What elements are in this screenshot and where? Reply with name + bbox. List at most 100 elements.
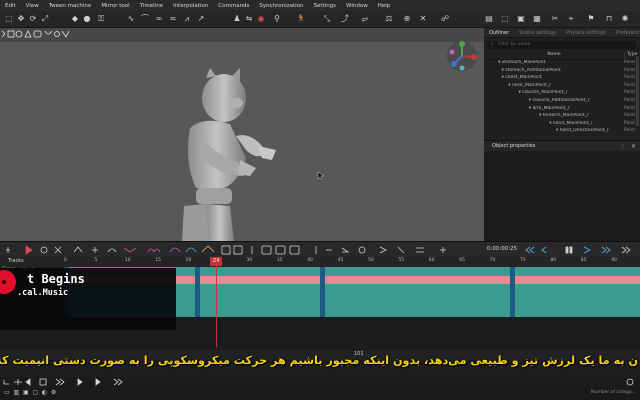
main-toolbar: ⬚ ✥ ⟳ ⤢ ◆ ● ⚿ ∿ ⌒ ∞ ≈ ⩘ ↗ ♟ ⇋ ◉ ⚲ 🏃 ⤡ ⤴ … [0,11,640,28]
tree-row[interactable]: ▾ stomach_AdditionalPoint Point [484,68,640,76]
menu-item-settings[interactable]: Settings [308,3,341,9]
status-icons[interactable]: ▭ ▥ ▣ ▢ ◐ ⚙ [4,389,56,396]
record-icon[interactable]: ◉ [256,14,266,24]
frame-icon[interactable]: ▣ [516,14,526,24]
light-icon[interactable]: ✺ [620,14,630,24]
curve-icon[interactable]: ∿ [126,14,136,24]
tree-row[interactable]: ▾ hand_DirectionPoint_r Point [484,128,640,136]
tree-row[interactable]: ▾ chest_MainPoint Point [484,75,640,83]
ruler-tick-label: 60 [428,258,435,263]
tree-row-name: ▾ arm_MainPoint_r [528,105,570,111]
tab-preferences[interactable]: Preferences [611,30,640,36]
tree-row-name: ▾ stomach_AdditionalPoint [501,67,561,73]
keyframe-column[interactable] [510,267,515,317]
menu-item-synchronization[interactable]: Synchronization [254,3,308,9]
outliner-scrollbar[interactable] [636,56,639,126]
mirror-icon[interactable]: ⇋ [244,14,254,24]
pin-icon[interactable]: ⚑ [586,14,596,24]
ik-icon[interactable]: ⤡ [322,14,332,24]
menu-item-mirror-tool[interactable]: Mirror tool [96,3,134,9]
select-icon[interactable]: ⬚ [4,14,14,24]
tree-row[interactable]: ▾ stomach_MainPoint Point [484,60,640,68]
key-icon[interactable]: ⚿ [96,14,106,24]
ruler-tick-label: 90 [611,258,617,263]
keyframe-column[interactable] [195,267,200,317]
music-subtitle: .cal.Music [17,288,69,298]
link-icon[interactable]: ∞ [154,14,164,24]
ruler-tick-label: 30 [246,258,253,263]
search-icon: ⌕ [491,42,494,47]
bezier-icon[interactable]: ⌒ [140,14,150,24]
run-icon[interactable]: 🏃 [296,14,306,24]
ruler-tick-label: 5 [94,258,98,263]
diamond-icon[interactable]: ◆ [70,14,80,24]
properties-close-icon[interactable]: ✕ [631,143,636,150]
move-icon[interactable]: ✥ [16,14,26,24]
pose-icon[interactable]: ♟ [232,14,242,24]
video-subtitle: ن به ما یک لرزش تیز و طبیعی می‌دهد، بدون… [0,354,638,367]
grid-icon[interactable]: ▦ [532,14,542,24]
magnet-icon[interactable]: ⊓ [604,14,614,24]
column-name-header[interactable]: Name [484,52,624,59]
tree-row[interactable]: ▾ clavicle_AdditionalPoint_r Point [484,98,640,106]
menu-item-window[interactable]: Window [341,3,373,9]
tree-row-name: ▾ neck_MainPoint_r [508,82,552,88]
outliner-tree: ▾ stomach_MainPoint Point ▾ stomach_Additi… [484,60,640,136]
menu-item-interpolation[interactable]: Interpolation [168,3,213,9]
outliner-filter-input[interactable]: ⌕ Filter by name [488,41,636,49]
outliner-panel: Outliner Scene settings Physics settings Pr… [484,28,640,140]
tab-outliner[interactable]: Outliner [484,30,514,36]
tab-physics-settings[interactable]: Physics settings [561,30,611,36]
timeline-tool-icons[interactable] [0,242,640,258]
timecode-display[interactable]: 0:00:00:25 [487,246,517,252]
3d-viewport[interactable] [0,28,484,241]
ruler-tick-label: 75 [520,258,526,263]
dot-icon[interactable]: ● [82,14,92,24]
rotate-icon[interactable]: ⟳ [28,14,38,24]
status-bar: ▭ ▥ ▣ ▢ ◐ ⚙ Number of catego... [0,386,640,400]
properties-menu-icon[interactable]: ⋮ [620,143,626,150]
tree-row[interactable]: ▾ forearm_MainPoint_r Point [484,113,640,121]
graph-icon[interactable]: ⩘ [182,14,192,24]
menu-item-commands[interactable]: Commands [213,3,254,9]
tree-row[interactable]: ▾ arm_MainPoint_r Point [484,106,640,114]
keyframe-column[interactable] [320,267,325,317]
tab-scene-settings[interactable]: Scene settings [514,30,561,36]
scale-icon[interactable]: ⤢ [40,14,50,24]
object-properties-panel: Object properties ⋮ ✕ [484,140,640,241]
character-model[interactable] [0,28,484,241]
ruler-tick-label: 85 [580,258,587,263]
balance-icon[interactable]: ⚖ [384,14,394,24]
ruler-tick-label: 40 [307,258,313,263]
menu-item-view[interactable]: View [21,3,44,9]
tree-row[interactable]: ▾ hand_MainPoint_r Point [484,121,640,129]
menu-item-edit[interactable]: Edit [0,3,21,9]
orientation-gizmo[interactable] [446,40,478,72]
playhead-line[interactable] [216,257,217,347]
fk-icon[interactable]: ⥂ [360,14,370,24]
timeline-ruler[interactable]: Tracks 051015202530354045505560657075808… [0,257,640,267]
camera-icon[interactable]: ⌖ [566,14,576,24]
arrows-icon[interactable]: ✕ [418,14,428,24]
target-icon[interactable]: ⊕ [402,14,412,24]
wave-icon[interactable]: ≈ [168,14,178,24]
ruler-tick-label: 55 [398,258,405,263]
timeline-toolbar: 0:00:00:25 [0,241,640,257]
menu-item-help[interactable]: Help [373,3,396,9]
tree-row-type: Point [624,128,636,134]
tracks-label: Tracks [8,258,24,264]
cut-icon[interactable]: ✂ [550,14,560,24]
physics-icon[interactable]: ☍ [440,14,450,24]
tree-row[interactable]: ▾ neck_MainPoint_r Point [484,83,640,91]
jump-icon[interactable]: ⤴ [340,14,350,24]
ruler-tick-label: 15 [155,258,161,263]
tree-row-name: ▾ clavicle_AdditionalPoint_r [528,97,590,103]
walk-icon[interactable]: ⚲ [272,14,282,24]
tree-row-name: ▾ chest_MainPoint [501,75,542,81]
cube-icon[interactable]: ⬚ [500,14,510,24]
menu-item-tween-machine[interactable]: Tween machine [44,3,97,9]
tree-row[interactable]: ▾ clavicle_MainPoint_r Point [484,90,640,98]
layers-icon[interactable]: ▤ [484,14,494,24]
arrow-icon[interactable]: ↗ [196,14,206,24]
menu-item-timeline[interactable]: Timeline [135,3,168,9]
